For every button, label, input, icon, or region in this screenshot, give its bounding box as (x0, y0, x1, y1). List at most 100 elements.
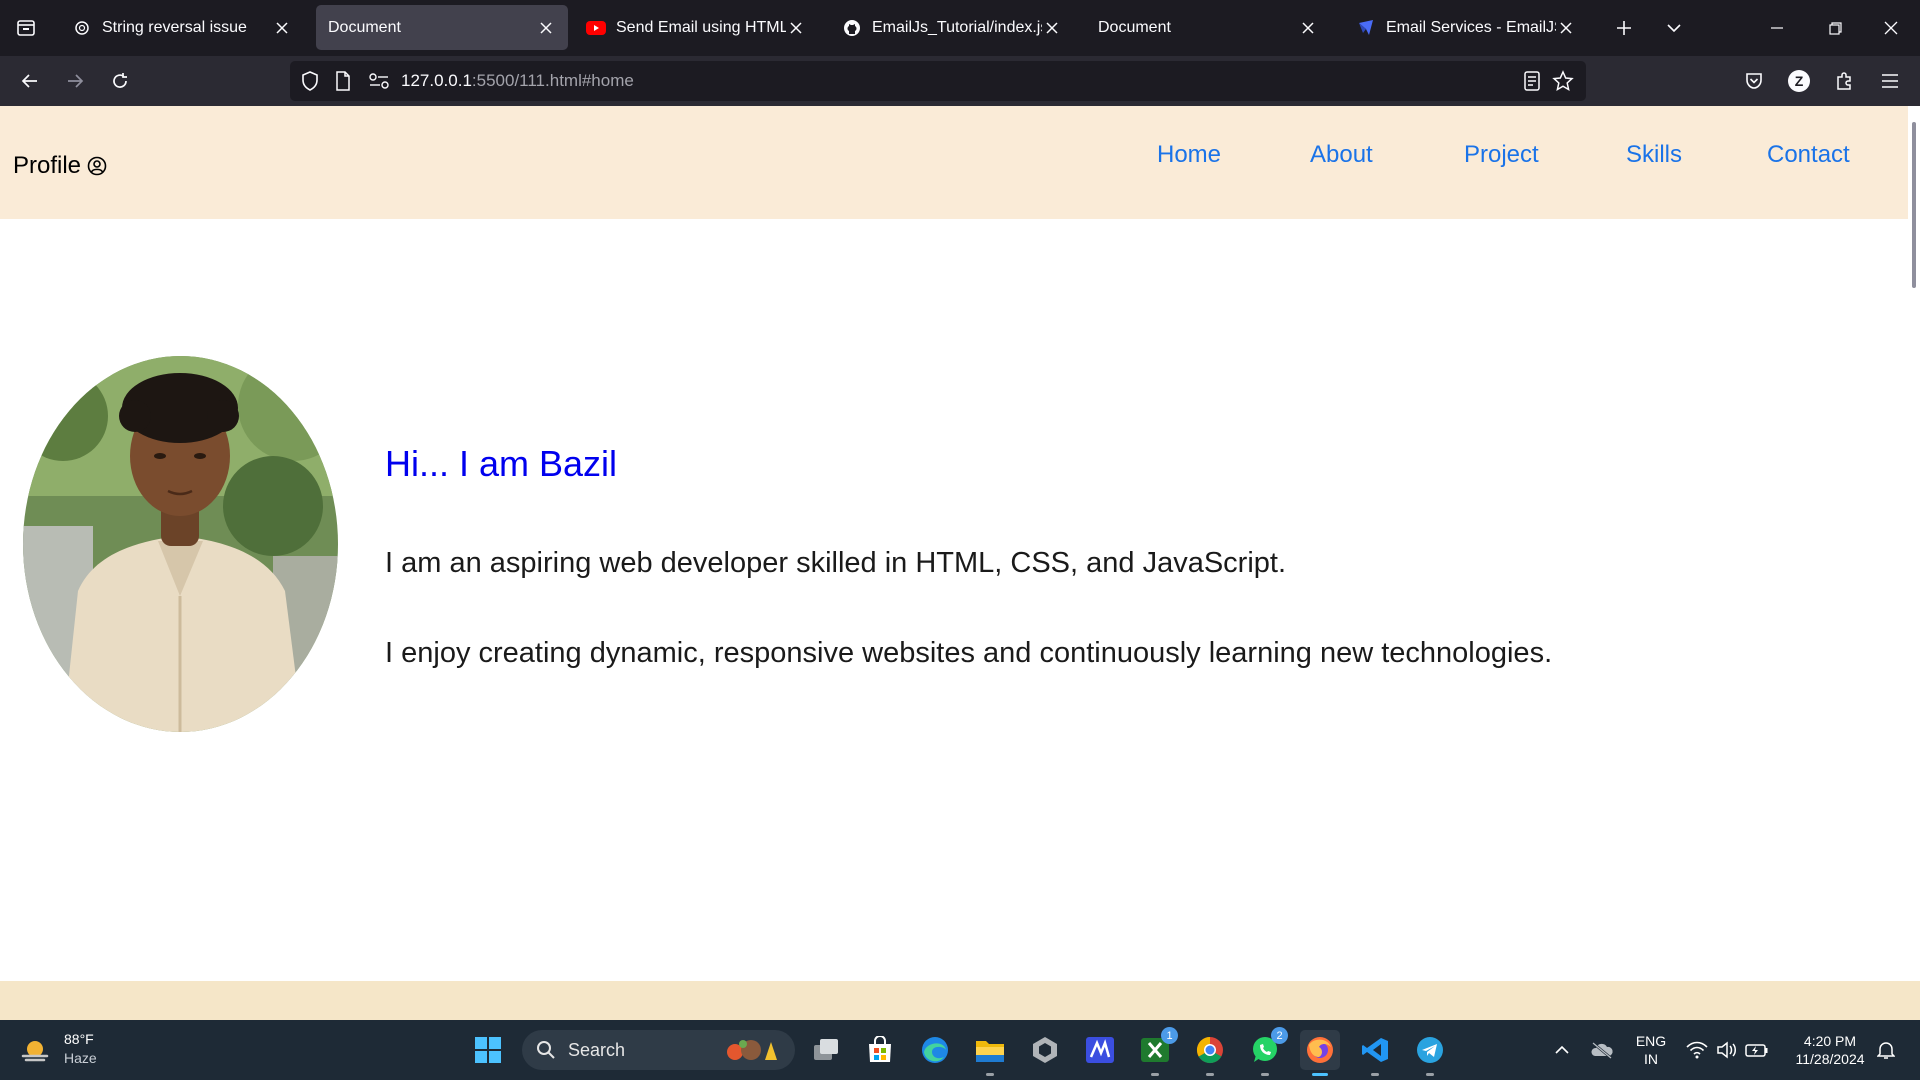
running-indicator (1426, 1073, 1434, 1076)
tab-title: EmailJs_Tutorial/index.js at main (872, 18, 1042, 36)
search-highlight-icon (727, 1040, 777, 1060)
intro-paragraph-learning: I enjoy creating dynamic, responsive web… (385, 637, 1553, 669)
weather-description: Haze (64, 1050, 97, 1066)
firefox-icon (1307, 1037, 1333, 1063)
restore-icon (1828, 21, 1842, 35)
extensions-button[interactable] (1824, 61, 1864, 101)
battery-status[interactable] (1740, 1030, 1774, 1070)
language-code: ENG (1635, 1033, 1667, 1049)
volume-status[interactable] (1710, 1030, 1744, 1070)
nav-link-project[interactable]: Project (1464, 141, 1539, 169)
address-bar[interactable]: 127.0.0.1:5500/111.html#home (290, 61, 1586, 101)
weather-widget[interactable]: 88°F Haze (20, 1030, 130, 1070)
close-tab-icon[interactable] (536, 18, 556, 38)
youtube-icon (586, 18, 606, 38)
tab-title: Email Services - EmailJS (1386, 18, 1556, 36)
tab-email-services[interactable]: Email Services - EmailJS (1344, 5, 1588, 50)
close-tab-icon[interactable] (1556, 18, 1576, 38)
clock[interactable]: 4:20 PM 11/28/2024 (1780, 1032, 1880, 1068)
tab-document[interactable]: Document (1086, 5, 1330, 50)
nav-link-contact[interactable]: Contact (1767, 141, 1850, 169)
battery-charging-icon (1745, 1044, 1768, 1057)
tab-bar: String reversal issue Document Send Emai… (0, 0, 1920, 56)
list-all-tabs-button[interactable] (0, 0, 52, 56)
show-hidden-icons-button[interactable] (1542, 1030, 1582, 1070)
pocket-button[interactable] (1734, 61, 1774, 101)
page-scrollbar-thumb[interactable] (1912, 122, 1916, 288)
close-window-button[interactable] (1868, 0, 1914, 56)
notifications-button[interactable] (1868, 1030, 1904, 1070)
taskbar-app-unity[interactable] (1025, 1030, 1065, 1070)
bell-icon (1877, 1042, 1895, 1059)
notification-badge: 2 (1271, 1027, 1288, 1044)
taskbar-app-firefox[interactable] (1300, 1030, 1340, 1076)
tab-title: Document (328, 18, 401, 36)
start-button[interactable] (468, 1030, 508, 1070)
taskbar-app-telegram[interactable] (1410, 1030, 1450, 1076)
forward-button[interactable] (55, 61, 95, 101)
wifi-status[interactable] (1680, 1030, 1714, 1070)
taskbar-app-microsoft-store[interactable] (860, 1030, 900, 1070)
close-tab-icon[interactable] (786, 18, 806, 38)
account-button[interactable]: Z (1779, 61, 1819, 101)
profile-brand[interactable]: Profile (13, 152, 107, 180)
tab-emailjs-tutorial[interactable]: EmailJs_Tutorial/index.js at main (830, 5, 1074, 50)
puzzle-piece-icon (1837, 72, 1851, 90)
chatgpt-icon (72, 18, 92, 38)
taskbar-app-mathway[interactable] (1080, 1030, 1120, 1070)
restore-button[interactable] (1812, 0, 1858, 56)
tab-document-active[interactable]: Document (316, 5, 568, 50)
tab-title: Send Email using HTML + JavaScript (616, 18, 786, 36)
menu-button[interactable] (1870, 61, 1910, 101)
permissions-icon[interactable] (368, 72, 390, 95)
close-icon (1884, 21, 1898, 35)
tab-string-reversal[interactable]: String reversal issue (60, 5, 304, 50)
minimize-button[interactable] (1754, 0, 1800, 56)
page-info-icon[interactable] (334, 70, 352, 97)
avatar-initial: Z (1794, 73, 1804, 89)
pocket-icon (1746, 73, 1762, 89)
nav-link-skills[interactable]: Skills (1626, 141, 1682, 169)
clock-time: 4:20 PM (1803, 1033, 1857, 1049)
notification-badge: 1 (1161, 1027, 1178, 1044)
taskbar-app-file-explorer[interactable] (970, 1030, 1010, 1076)
taskbar-app-chrome[interactable] (1190, 1030, 1230, 1076)
url-text[interactable]: 127.0.0.1:5500/111.html#home (401, 71, 634, 91)
back-button[interactable] (10, 61, 50, 101)
wifi-icon (1686, 1041, 1708, 1059)
running-indicator (1206, 1073, 1214, 1076)
bookmark-star-icon[interactable] (1552, 70, 1574, 97)
nav-link-home[interactable]: Home (1157, 141, 1221, 169)
task-view-button[interactable] (806, 1030, 846, 1070)
folder-icon (976, 1041, 1004, 1062)
tab-title: Document (1098, 18, 1171, 36)
onedrive-status[interactable] (1582, 1030, 1622, 1070)
close-tab-icon[interactable] (1298, 18, 1318, 38)
close-tab-icon[interactable] (1042, 18, 1062, 38)
edge-icon (922, 1037, 948, 1063)
minimize-icon (1771, 27, 1783, 29)
avatar: Z (1788, 70, 1810, 92)
taskbar-app-edge[interactable] (915, 1030, 955, 1070)
url-path: :5500/111.html#home (471, 71, 634, 90)
tracking-protection-shield-icon[interactable] (300, 70, 320, 97)
taskbar-search-box[interactable]: Search (522, 1030, 795, 1070)
github-icon (842, 18, 862, 38)
taskbar-app-xbox[interactable]: 1 (1135, 1027, 1178, 1076)
tab-list-dropdown[interactable] (1654, 8, 1694, 48)
vscode-icon (1362, 1038, 1388, 1062)
navigation-toolbar: 127.0.0.1:5500/111.html#home Z (0, 56, 1920, 106)
next-section-band (0, 981, 1920, 1020)
reload-button[interactable] (100, 61, 140, 101)
reader-view-icon[interactable] (1522, 70, 1542, 97)
nav-link-about[interactable]: About (1310, 141, 1373, 169)
tab-send-email[interactable]: Send Email using HTML + JavaScript (574, 5, 818, 50)
taskbar-app-whatsapp[interactable]: 2 (1245, 1027, 1288, 1076)
new-tab-button[interactable] (1604, 8, 1644, 48)
back-arrow-icon (21, 74, 37, 88)
chevron-down-icon (1667, 24, 1681, 33)
language-indicator[interactable]: ENG IN (1626, 1032, 1676, 1068)
taskbar-app-vscode[interactable] (1355, 1030, 1395, 1076)
close-tab-icon[interactable] (272, 18, 292, 38)
running-indicator (1151, 1073, 1159, 1076)
